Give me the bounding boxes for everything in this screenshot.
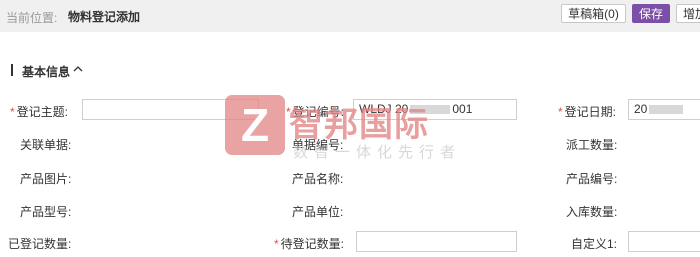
doc-no-label: 单据编号:: [292, 138, 344, 152]
pending-qty-input[interactable]: [356, 231, 517, 252]
section-title: 基本信息: [22, 65, 71, 79]
redacted-value: [649, 105, 684, 115]
form-row-2: 关联单据: 单据编号: 派工数量:: [0, 132, 700, 154]
subject-label: * 登记主题:: [10, 105, 69, 119]
custom1-input[interactable]: [628, 231, 700, 252]
registered-qty-label: 已登记数量:: [8, 237, 72, 251]
product-name-label: 产品名称:: [292, 172, 344, 186]
product-image-label: 产品图片:: [20, 172, 72, 186]
save-button[interactable]: 保存: [632, 4, 670, 23]
redacted-value: [410, 105, 451, 115]
breadcrumb-label: 当前位置:: [6, 11, 58, 25]
product-model-label: 产品型号:: [20, 205, 72, 219]
top-toolbar: 当前位置: 物料登记添加 草稿箱(0) 保存 增加: [0, 0, 700, 32]
custom1-label: 自定义1:: [571, 237, 618, 251]
stock-in-qty-label: 入库数量:: [566, 205, 618, 219]
reg-no-input[interactable]: WLDJ 20 001: [353, 99, 517, 120]
chevron-up-icon[interactable]: [73, 65, 83, 73]
reg-no-label: * 登记编号:: [286, 105, 345, 119]
form-row-1: * 登记主题: * 登记编号: WLDJ 20 001 * 登记日期: 20: [0, 99, 700, 121]
page-title: 物料登记添加: [68, 10, 141, 24]
dispatch-qty-label: 派工数量:: [566, 138, 618, 152]
drafts-button[interactable]: 草稿箱(0): [561, 4, 626, 23]
reg-date-input[interactable]: 20: [628, 99, 700, 120]
product-unit-label: 产品单位:: [292, 205, 344, 219]
subject-input[interactable]: [82, 99, 259, 120]
add-button[interactable]: 增加: [676, 4, 700, 23]
form-row-3: 产品图片: 产品名称: 产品编号:: [0, 166, 700, 188]
related-doc-label: 关联单据:: [20, 138, 72, 152]
reg-date-label: * 登记日期:: [558, 105, 617, 119]
pending-qty-label: * 待登记数量:: [274, 237, 345, 251]
section-marker: [11, 64, 13, 76]
form-row-4: 产品型号: 产品单位: 入库数量:: [0, 199, 700, 221]
product-code-label: 产品编号:: [566, 172, 618, 186]
form-row-5: 已登记数量: * 待登记数量: 自定义1:: [0, 231, 700, 253]
